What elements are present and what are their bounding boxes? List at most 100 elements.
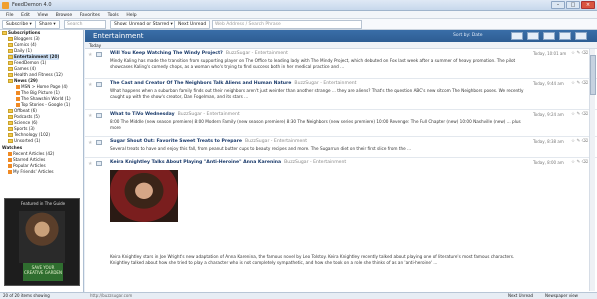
article-actions[interactable]: ☆ ✎ ⌫ xyxy=(571,112,588,117)
article-date: Today, 8:38 am xyxy=(533,139,564,144)
folder-icon xyxy=(8,120,13,125)
folder-icon xyxy=(8,54,13,59)
options-button[interactable] xyxy=(575,32,587,40)
article-actions[interactable]: ☆ ✎ ⌫ xyxy=(571,51,588,56)
article-date: Today, 10:01 am xyxy=(533,51,567,56)
article-title[interactable]: Sugar Shout Out: Favorite Sweet Treats t… xyxy=(110,139,307,144)
promo-title: Featured in The Guide xyxy=(20,201,66,206)
folder-icon xyxy=(8,78,13,83)
menu-favorites[interactable]: Favorites xyxy=(80,13,100,18)
article-body: Mindy Kaling has made the transition fro… xyxy=(110,58,516,69)
view-toggle-button[interactable] xyxy=(511,32,523,40)
article-body: 8:00 The Middle (new season premiere) 8:… xyxy=(110,119,521,130)
sort-dropdown[interactable]: Sort by: Date xyxy=(453,33,483,38)
article-icon xyxy=(96,52,102,57)
promo-panel[interactable]: Featured in The Guide SAVE YOUR CREATIVE… xyxy=(4,198,80,286)
article-item[interactable]: ★ What to TiVo Wednesday BuzzSugar - Ente… xyxy=(85,111,597,137)
article-title[interactable]: Keira Knightley Talks About Playing "Ant… xyxy=(110,160,346,165)
article-body: Several treats to have and enjoy this fa… xyxy=(110,146,412,151)
status-view-mode[interactable]: Newspaper view xyxy=(545,293,578,299)
article-date: Today, 9:44 am xyxy=(533,81,564,86)
star-icon[interactable]: ★ xyxy=(88,82,92,88)
folder-icon xyxy=(8,114,13,119)
status-url: http://buzzsugar.com xyxy=(90,293,133,298)
article-icon xyxy=(96,140,102,145)
folder-icon xyxy=(8,36,13,41)
mark-read-button[interactable] xyxy=(559,32,571,40)
promo-badge: SAVE YOUR CREATIVE GARDEN xyxy=(23,263,63,281)
article-title[interactable]: Will You Keep Watching The Windy Project… xyxy=(110,51,288,56)
popular-icon xyxy=(8,163,12,168)
article-date: Today, 8:00 am xyxy=(533,160,564,165)
menu-help[interactable]: Help xyxy=(126,13,136,18)
watch-icon xyxy=(8,151,12,156)
share-button[interactable]: Share ▾ xyxy=(35,20,60,29)
star-icon[interactable]: ★ xyxy=(88,113,92,119)
article-title-text: What to TiVo Wednesday xyxy=(110,112,175,117)
rss-icon xyxy=(16,102,20,107)
window-title: FeedDemon 4.0 xyxy=(12,2,52,8)
article-title[interactable]: The Cast and Creator Of The Neighbors Ta… xyxy=(110,81,356,86)
menu-view[interactable]: View xyxy=(37,13,48,18)
article-icon xyxy=(96,161,102,166)
article-source: BuzzSugar - Entertainment xyxy=(225,51,288,56)
vertical-scrollbar[interactable] xyxy=(589,49,596,291)
menu-bar: File Edit View Browse Favorites Tools He… xyxy=(0,11,597,19)
pane-header: Entertainment Sort by: Date xyxy=(85,30,597,42)
folder-icon xyxy=(2,30,7,35)
status-bar: 20 of 20 items showing http://buzzsugar.… xyxy=(0,292,597,299)
status-next-unread[interactable]: Next Unread xyxy=(508,293,533,299)
folder-icon xyxy=(8,66,13,71)
menu-edit[interactable]: Edit xyxy=(21,13,30,18)
maximize-button[interactable]: □ xyxy=(566,1,580,9)
article-item[interactable]: ★ Will You Keep Watching The Windy Proje… xyxy=(85,50,597,79)
star-icon[interactable]: ★ xyxy=(88,161,92,167)
folder-icon xyxy=(8,42,13,47)
scrollbar-thumb[interactable] xyxy=(590,55,596,95)
star-icon[interactable]: ★ xyxy=(88,140,92,146)
article-title-text: The Cast and Creator Of The Neighbors Ta… xyxy=(110,81,292,86)
article-source: BuzzSugar - Entertainment xyxy=(177,112,240,117)
pane-title: Entertainment xyxy=(93,32,144,40)
menu-tools[interactable]: Tools xyxy=(108,13,119,18)
close-button[interactable]: × xyxy=(581,1,595,9)
folder-icon xyxy=(8,138,13,143)
article-title[interactable]: What to TiVo Wednesday BuzzSugar - Entert… xyxy=(110,112,240,117)
article-body: What happens when a suburban family find… xyxy=(110,88,524,99)
folder-icon xyxy=(8,60,13,65)
friends-icon xyxy=(8,169,12,174)
article-item[interactable]: ★ The Cast and Creator Of The Neighbors … xyxy=(85,80,597,110)
rss-icon xyxy=(16,84,20,89)
promo-image xyxy=(19,211,65,263)
folder-icon xyxy=(8,72,13,77)
article-title-text: Sugar Shout Out: Favorite Sweet Treats t… xyxy=(110,139,242,144)
watch-friends[interactable]: My Friends' Articles xyxy=(8,169,54,175)
menu-file[interactable]: File xyxy=(6,13,14,18)
layout-button[interactable] xyxy=(527,32,539,40)
address-input[interactable]: Web Address / Search Phrase xyxy=(212,20,362,29)
folder-icon xyxy=(8,48,13,53)
minimize-button[interactable]: – xyxy=(551,1,565,9)
article-photo xyxy=(110,170,178,222)
article-item[interactable]: ★ Sugar Shout Out: Favorite Sweet Treats… xyxy=(85,138,597,158)
article-actions[interactable]: ☆ ✎ ⌫ xyxy=(571,81,588,86)
date-group-header: Today xyxy=(85,42,597,49)
filter-button[interactable] xyxy=(543,32,555,40)
folder-icon xyxy=(8,132,13,137)
next-unread-button[interactable]: Next Unread xyxy=(174,20,211,29)
search-input[interactable]: Search xyxy=(64,20,106,29)
article-title-text: Keira Knightley Talks About Playing "Ant… xyxy=(110,160,282,165)
article-icon xyxy=(96,113,102,118)
article-actions[interactable]: ☆ ✎ ⌫ xyxy=(571,160,588,165)
article-body: Keira Knightley stars in Joe Wright's ne… xyxy=(110,254,515,265)
toolbar: Subscribe ▾ Share ▾ Search Show: Unread … xyxy=(0,19,597,30)
menu-browse[interactable]: Browse xyxy=(56,13,72,18)
article-actions[interactable]: ☆ ✎ ⌫ xyxy=(571,139,588,144)
show-filter-dropdown[interactable]: Show: Unread or Starred ▾ xyxy=(110,20,177,29)
reading-pane: Entertainment Sort by: Date Today ★ Will… xyxy=(85,30,597,292)
folder-icon xyxy=(8,126,13,131)
tree-item-unsorted[interactable]: Unsorted (1) xyxy=(8,138,40,144)
subscribe-button[interactable]: Subscribe ▾ xyxy=(2,20,36,29)
star-icon[interactable]: ★ xyxy=(88,52,92,58)
article-source: BuzzSugar - Entertainment xyxy=(245,139,308,144)
